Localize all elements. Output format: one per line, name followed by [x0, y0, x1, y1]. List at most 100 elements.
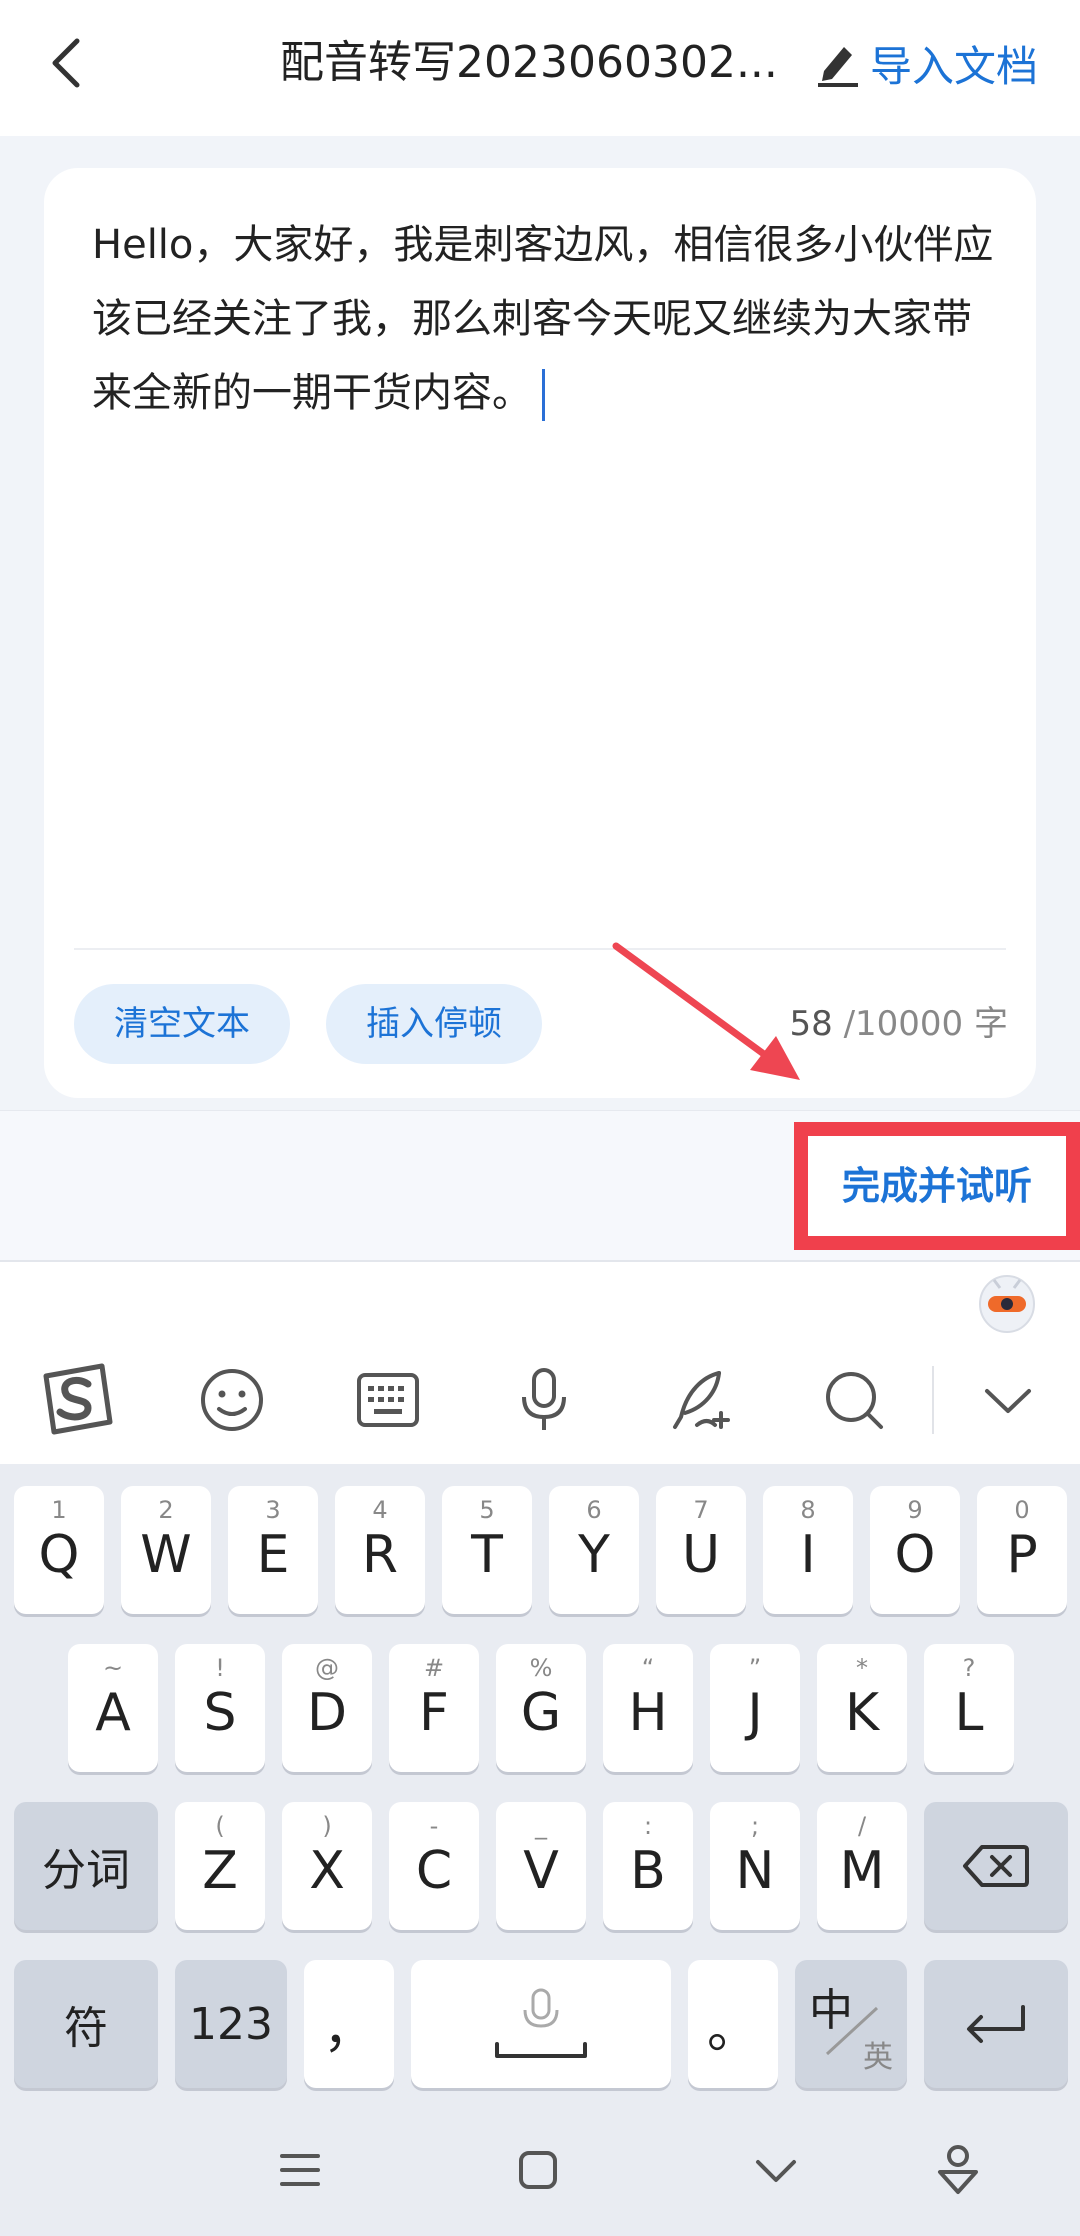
key-sub-label: -: [429, 1812, 439, 1840]
backspace-key[interactable]: [924, 1802, 1068, 1930]
key-label: A: [95, 1683, 131, 1743]
import-document-button[interactable]: 导入文档: [816, 28, 1038, 98]
app-header: 配音转写2023060302... 导入文档: [0, 0, 1080, 136]
key-r[interactable]: 4R: [335, 1486, 425, 1614]
period-key[interactable]: 。: [688, 1960, 778, 2088]
key-l[interactable]: ? L: [924, 1644, 1014, 1772]
key-f[interactable]: # F: [389, 1644, 479, 1772]
key-g[interactable]: % G: [496, 1644, 586, 1772]
key-sub-label: ~: [102, 1654, 124, 1682]
key-sub-label: 5: [479, 1496, 495, 1524]
key-label: N: [735, 1841, 775, 1901]
key-label: P: [1006, 1525, 1038, 1585]
comma-key[interactable]: ，: [304, 1960, 394, 2088]
symbol-key[interactable]: 符: [14, 1960, 158, 2088]
key-sub-label: ): [322, 1812, 332, 1840]
key-d[interactable]: @ D: [282, 1644, 372, 1772]
back-button[interactable]: [36, 28, 96, 98]
key-i[interactable]: 8I: [763, 1486, 853, 1614]
key-sub-label: *: [856, 1654, 868, 1682]
key-sub-label: 7: [693, 1496, 709, 1524]
key-sub-label: 1: [51, 1496, 67, 1524]
enter-key[interactable]: [924, 1960, 1068, 2088]
key-u[interactable]: 7U: [656, 1486, 746, 1614]
handwriting-icon[interactable]: [660, 1360, 740, 1440]
key-label: L: [954, 1683, 984, 1743]
edit-pencil-icon: [818, 47, 858, 87]
script-text-area[interactable]: Hello，大家好，我是刺客边风，相信很多小伙伴应该已经关注了我，那么刺客今天呢…: [92, 208, 1002, 430]
menu-icon[interactable]: [270, 2140, 330, 2200]
key-y[interactable]: 6Y: [549, 1486, 639, 1614]
key-label: F: [419, 1683, 449, 1743]
key-o[interactable]: 9O: [870, 1486, 960, 1614]
chevron-down-icon[interactable]: [968, 1360, 1048, 1440]
key-s[interactable]: ! S: [175, 1644, 265, 1772]
char-counter: 58 /10000 字: [790, 984, 1009, 1064]
key-j[interactable]: ” J: [710, 1644, 800, 1772]
key-label: U: [681, 1525, 721, 1585]
home-icon[interactable]: [508, 2140, 568, 2200]
key-sub-label: 2: [158, 1496, 174, 1524]
page-title: 配音转写2023060302...: [280, 37, 778, 88]
key-label: M: [839, 1841, 885, 1901]
enter-icon: [967, 2005, 1025, 2043]
key-n[interactable]: ; N: [710, 1802, 800, 1930]
key-sub-label: 3: [265, 1496, 281, 1524]
space-mic-icon: [495, 1988, 587, 2058]
text-caret: [542, 369, 545, 421]
key-sub-label: 4: [372, 1496, 388, 1524]
key-sub-label: !: [215, 1654, 225, 1682]
ime-switch-icon[interactable]: [928, 2140, 988, 2200]
clear-text-button[interactable]: 清空文本: [74, 984, 290, 1064]
key-label: I: [800, 1525, 816, 1585]
keyboard: 1Q 2W 3E 4R 5T 6Y 7U 8I 9O 0P ~ A ! S @ D #…: [0, 1464, 1080, 2100]
keyboard-icon[interactable]: [348, 1360, 428, 1440]
key-sub-label: “: [641, 1654, 655, 1682]
hide-keyboard-icon[interactable]: [746, 2140, 806, 2200]
key-sub-label: 9: [907, 1496, 923, 1524]
key-p[interactable]: 0P: [977, 1486, 1067, 1614]
toolbar-separator: [932, 1366, 934, 1434]
key-label: E: [256, 1525, 290, 1585]
key-v[interactable]: _ V: [496, 1802, 586, 1930]
key-a[interactable]: ~ A: [68, 1644, 158, 1772]
key-label: K: [844, 1683, 880, 1743]
backspace-icon: [963, 1845, 1029, 1887]
key-label: W: [140, 1525, 192, 1585]
key-m[interactable]: / M: [817, 1802, 907, 1930]
annotation-arrow: [612, 942, 800, 1080]
key-h[interactable]: “H: [603, 1644, 693, 1772]
key-e[interactable]: 3E: [228, 1486, 318, 1614]
key-w[interactable]: 2W: [121, 1486, 211, 1614]
key-c[interactable]: -C: [389, 1802, 479, 1930]
ime-mascot-icon[interactable]: [976, 1270, 1038, 1334]
key-q[interactable]: 1Q: [14, 1486, 104, 1614]
key-k[interactable]: * K: [817, 1644, 907, 1772]
key-z[interactable]: (Z: [175, 1802, 265, 1930]
key-label: Q: [38, 1525, 80, 1585]
key-sub-label: 6: [586, 1496, 602, 1524]
key-label: T: [471, 1525, 503, 1585]
key-sub-label: @: [315, 1654, 339, 1682]
emoji-icon[interactable]: [192, 1360, 272, 1440]
language-switch-key[interactable]: 中 英: [795, 1960, 907, 2088]
key-label: B: [630, 1841, 666, 1901]
key-sub-label: (: [215, 1812, 225, 1840]
finish-and-preview-button[interactable]: 完成并试听: [808, 1136, 1066, 1236]
insert-pause-button[interactable]: 插入停顿: [326, 984, 542, 1064]
key-t[interactable]: 5T: [442, 1486, 532, 1614]
back-arrow-icon: [52, 38, 80, 88]
key-sub-label: ;: [750, 1812, 760, 1840]
key-x[interactable]: ) X: [282, 1802, 372, 1930]
number-key[interactable]: 123: [175, 1960, 287, 2088]
key-sub-label: _: [535, 1812, 547, 1840]
key-label: D: [306, 1683, 348, 1743]
segment-key[interactable]: 分词: [14, 1802, 158, 1930]
key-label: S: [203, 1683, 237, 1743]
key-sub-label: #: [423, 1654, 445, 1682]
microphone-icon[interactable]: [504, 1360, 584, 1440]
key-b[interactable]: :B: [603, 1802, 693, 1930]
search-icon[interactable]: [814, 1360, 894, 1440]
sogou-logo-icon[interactable]: [36, 1360, 116, 1440]
space-key[interactable]: [411, 1960, 671, 2088]
